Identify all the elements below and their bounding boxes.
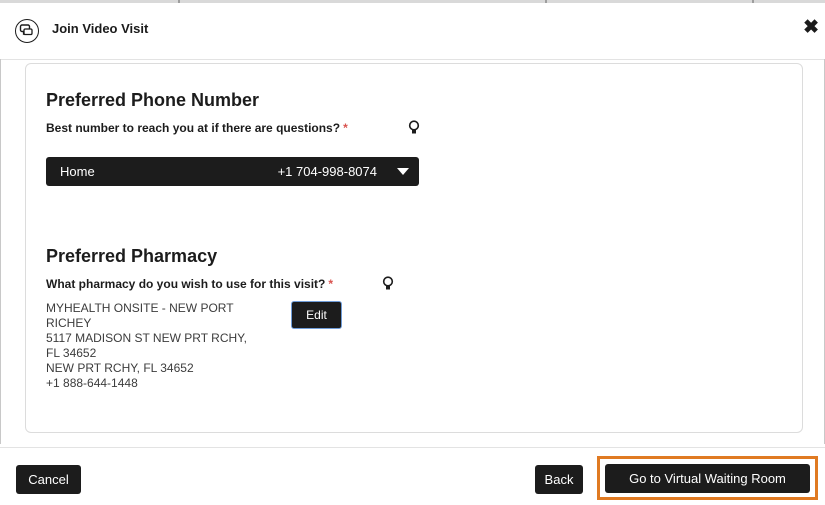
phone-question: Best number to reach you at if there are…	[46, 121, 348, 135]
phone-question-text: Best number to reach you at if there are…	[46, 121, 341, 135]
address-line: FL 34652	[46, 346, 97, 360]
phone-type-label: Home	[60, 164, 95, 179]
back-button[interactable]: Back	[535, 465, 583, 494]
pharmacy-address: MYHEALTH ONSITE - NEW PORT RICHEY 5117 M…	[46, 301, 286, 391]
address-line: NEW PRT RCHY, FL 34652	[46, 361, 194, 375]
address-line: RICHEY	[46, 316, 92, 330]
phone-section-heading: Preferred Phone Number	[46, 90, 260, 110]
dialog-title: Join Video Visit	[52, 21, 149, 36]
join-video-visit-dialog: Join Video Visit ✖ Preferred Phone Numbe…	[0, 3, 825, 504]
lightbulb-icon[interactable]	[408, 120, 420, 140]
cancel-button[interactable]: Cancel	[16, 465, 81, 494]
phone-number-select[interactable]: Home +1 704-998-8074	[46, 157, 419, 186]
phone-number-value: +1 704-998-8074	[277, 164, 377, 179]
dialog-header: Join Video Visit ✖	[0, 3, 825, 60]
address-line: MYHEALTH ONSITE - NEW PORT	[46, 301, 234, 315]
dialog-left-edge	[0, 59, 1, 444]
required-asterisk: *	[328, 277, 334, 291]
dialog-footer: Cancel Back Go to Virtual Waiting Room	[0, 447, 825, 505]
go-to-virtual-waiting-room-button[interactable]: Go to Virtual Waiting Room	[605, 464, 810, 493]
address-line: 5117 MADISON ST NEW PRT RCHY,	[46, 331, 247, 345]
edit-pharmacy-button[interactable]: Edit	[291, 301, 342, 329]
video-chat-icon	[15, 19, 39, 43]
chevron-down-icon	[397, 168, 409, 175]
pharmacy-phone: +1 888-644-1448	[46, 376, 138, 390]
visit-preferences-card: Preferred Phone Number Best number to re…	[25, 63, 803, 433]
go-button-highlight: Go to Virtual Waiting Room	[597, 456, 818, 500]
pharmacy-question: What pharmacy do you wish to use for thi…	[46, 277, 333, 291]
pharmacy-section-heading: Preferred Pharmacy	[46, 246, 218, 266]
close-icon[interactable]: ✖	[803, 16, 819, 39]
lightbulb-icon[interactable]	[382, 276, 394, 296]
pharmacy-question-text: What pharmacy do you wish to use for thi…	[46, 277, 326, 291]
required-asterisk: *	[343, 121, 348, 135]
